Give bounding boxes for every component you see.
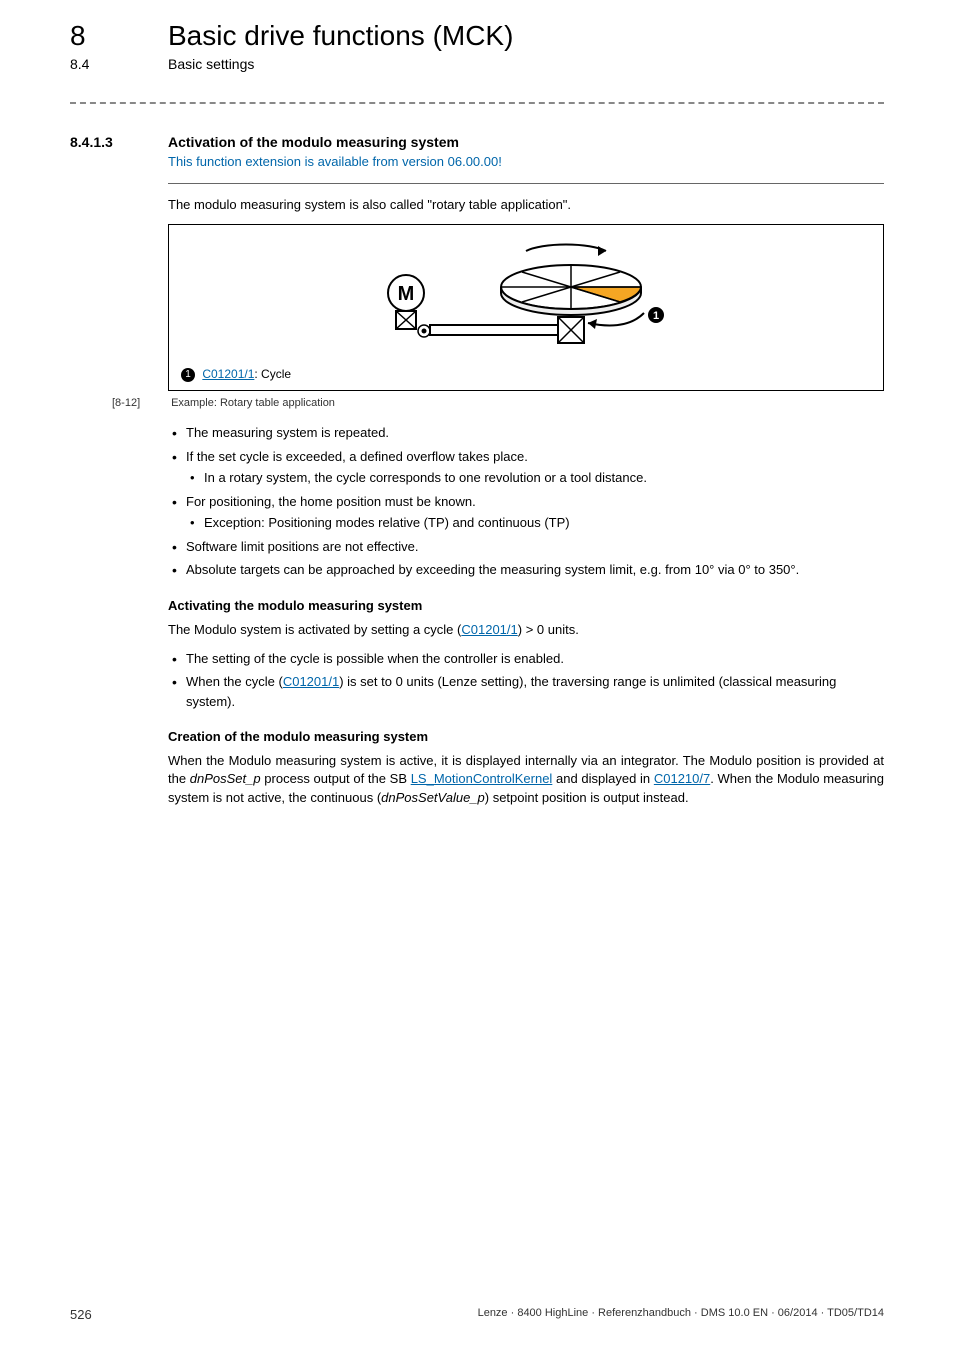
svg-text:1: 1 [653, 310, 659, 322]
list-item: The setting of the cycle is possible whe… [168, 649, 884, 669]
figure-legend: 1 C01201/1: Cycle [181, 367, 871, 382]
page-footer: 526 Lenze · 8400 HighLine · Referenzhand… [70, 1307, 884, 1322]
intro-paragraph: The modulo measuring system is also call… [168, 196, 884, 214]
activating-paragraph: The Modulo system is activated by settin… [168, 621, 884, 639]
page-number: 526 [70, 1307, 92, 1322]
legend-text: : Cycle [254, 367, 291, 381]
rotary-table-diagram: M [346, 233, 706, 363]
activating-list: The setting of the cycle is possible whe… [168, 649, 884, 712]
figure-caption-text: Example: Rotary table application [171, 397, 335, 409]
sb-link[interactable]: LS_MotionControlKernel [411, 771, 553, 786]
chapter-title: Basic drive functions (MCK) [168, 20, 513, 52]
figure-number: [8-12] [112, 397, 168, 409]
svg-text:M: M [398, 283, 415, 305]
figure-caption: [8-12] Example: Rotary table application [112, 397, 884, 409]
list-item: When the cycle (C01201/1) is set to 0 un… [168, 672, 884, 711]
legend-marker: 1 [181, 368, 195, 382]
subheading-creation: Creation of the modulo measuring system [168, 729, 884, 744]
param-link[interactable]: C01201/1 [283, 674, 339, 689]
list-item: Absolute targets can be approached by ex… [168, 560, 884, 580]
subsection-title: Activation of the modulo measuring syste… [168, 134, 884, 150]
section-number: 8.4 [70, 56, 168, 72]
param-link[interactable]: C01201/1 [461, 622, 517, 637]
figure-box: M [168, 224, 884, 391]
chapter-number: 8 [70, 20, 168, 52]
creation-paragraph: When the Modulo measuring system is acti… [168, 752, 884, 807]
section-title: Basic settings [168, 56, 254, 72]
feature-list: The measuring system is repeated. If the… [168, 423, 884, 580]
list-item: The measuring system is repeated. [168, 423, 884, 443]
legend-link[interactable]: C01201/1 [202, 367, 254, 381]
list-item: Exception: Positioning modes relative (T… [186, 513, 884, 533]
subheading-activating: Activating the modulo measuring system [168, 598, 884, 613]
thin-divider [168, 183, 884, 184]
list-item: Software limit positions are not effecti… [168, 537, 884, 557]
list-item: In a rotary system, the cycle correspond… [186, 468, 884, 488]
footer-text: Lenze · 8400 HighLine · Referenzhandbuch… [478, 1307, 884, 1322]
param-link[interactable]: C01210/7 [654, 771, 710, 786]
list-item: For positioning, the home position must … [168, 492, 884, 533]
version-note: This function extension is available fro… [168, 154, 884, 169]
divider [70, 102, 884, 104]
subsection-number: 8.4.1.3 [70, 134, 113, 150]
list-item: If the set cycle is exceeded, a defined … [168, 447, 884, 488]
